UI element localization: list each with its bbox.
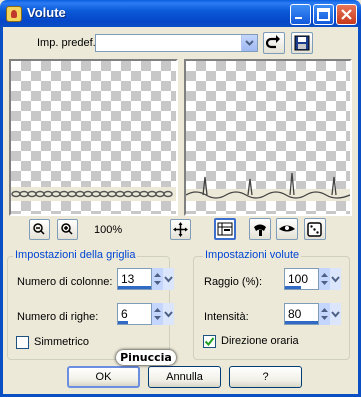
zoom-in-icon xyxy=(61,223,73,235)
zoom-out-icon xyxy=(33,223,45,235)
title-bar[interactable]: Volute xyxy=(0,0,361,27)
help-title-button[interactable] xyxy=(290,4,311,25)
window-frame-left xyxy=(0,27,3,397)
view-toggle-button[interactable] xyxy=(214,218,236,240)
volute-settings-title: Impostazioni volute xyxy=(203,249,302,261)
volute-pattern xyxy=(186,172,350,201)
window-title: Volute xyxy=(27,5,66,20)
intensity-field[interactable]: 80 xyxy=(284,303,319,325)
randomize-button[interactable] xyxy=(304,218,326,240)
close-icon xyxy=(341,9,352,20)
preset-select[interactable] xyxy=(95,34,258,52)
symmetric-label: Simmetrico xyxy=(34,336,90,348)
intensity-label: Intensità: xyxy=(204,311,249,323)
zoom-out-button[interactable] xyxy=(29,219,50,240)
close-button[interactable] xyxy=(336,4,357,25)
maximize-button[interactable] xyxy=(313,4,334,25)
dice-icon xyxy=(307,222,322,237)
cancel-button[interactable]: Annulla xyxy=(148,366,221,388)
preset-label: Imp. predef.: xyxy=(37,37,99,49)
preview-toggle-button[interactable] xyxy=(276,218,298,240)
tool-icon xyxy=(254,224,266,236)
columns-field[interactable]: 13 xyxy=(117,268,152,290)
columns-slider-bar[interactable] xyxy=(118,286,151,289)
rows-label: Numero di righe: xyxy=(17,311,99,323)
rows-field[interactable]: 6 xyxy=(117,303,152,325)
columns-stepper[interactable] xyxy=(152,268,174,290)
app-icon xyxy=(6,6,22,22)
maximize-icon xyxy=(317,8,330,21)
columns-label: Numero di colonne: xyxy=(17,276,113,288)
intensity-value: 80 xyxy=(288,307,302,321)
minimize-icon xyxy=(295,17,302,19)
clockwise-label: Direzione oraria xyxy=(221,335,299,347)
intensity-slider-bar[interactable] xyxy=(285,321,318,324)
view-icon xyxy=(217,222,233,236)
rows-slider-bar[interactable] xyxy=(118,321,128,324)
radius-stepper[interactable] xyxy=(319,268,341,290)
pan-button[interactable] xyxy=(170,219,191,240)
reset-icon xyxy=(265,35,280,49)
watermark-logo: Pinuccia xyxy=(116,350,176,365)
columns-value: 13 xyxy=(121,272,135,286)
rows-value: 6 xyxy=(121,307,128,321)
help-button[interactable]: ? xyxy=(229,366,302,388)
radius-value: 100 xyxy=(288,272,309,286)
save-icon xyxy=(294,35,310,51)
result-preview[interactable] xyxy=(184,59,352,216)
eye-icon xyxy=(279,225,295,232)
radius-field[interactable]: 100 xyxy=(284,268,319,290)
radius-label: Raggio (%): xyxy=(204,276,263,288)
intensity-stepper[interactable] xyxy=(319,303,341,325)
zoom-level: 100% xyxy=(94,224,123,236)
save-button[interactable] xyxy=(291,32,313,54)
rows-stepper[interactable] xyxy=(152,303,174,325)
chevron-down-icon[interactable] xyxy=(241,35,257,51)
grid-settings-title: Impostazioni della griglia xyxy=(13,249,138,261)
symmetric-checkbox[interactable] xyxy=(16,336,29,349)
chain-pattern xyxy=(11,187,176,201)
tool-button[interactable] xyxy=(249,218,271,240)
check-icon xyxy=(204,337,215,347)
reset-button[interactable] xyxy=(263,32,285,54)
original-preview[interactable] xyxy=(9,59,178,216)
pan-icon xyxy=(173,222,188,237)
volute-dialog: Volute Imp. predef.: 100% Impostazioni d… xyxy=(0,0,361,397)
zoom-in-button[interactable] xyxy=(57,219,78,240)
clockwise-checkbox[interactable] xyxy=(203,335,216,348)
ok-button[interactable]: OK xyxy=(67,366,140,388)
radius-slider-bar[interactable] xyxy=(285,286,301,289)
